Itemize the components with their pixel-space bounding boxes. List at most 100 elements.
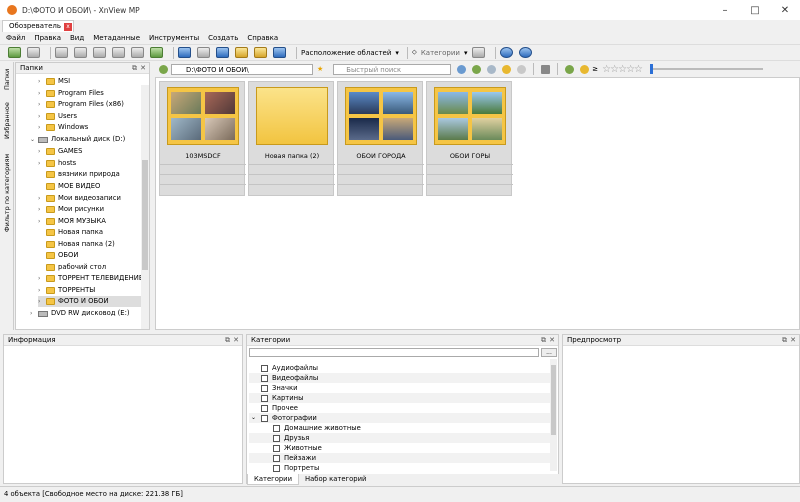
tree-item[interactable]: ОБОИ [38,250,78,261]
rating-filter-icon[interactable]: ≥ [592,65,598,73]
new-folder-icon[interactable] [502,64,512,74]
filter-icon[interactable] [471,47,485,58]
path-input[interactable]: D:\ФОТО И ОБОИ\ [171,63,313,75]
category-item[interactable]: Картины [249,393,551,403]
float-panel-icon[interactable]: ⧉ [541,335,546,345]
binoculars-icon[interactable] [178,47,191,58]
checkbox[interactable] [261,364,268,372]
thumbnail-item[interactable]: ОБОИ ГОРЫ [426,81,513,196]
float-panel-icon[interactable]: ⧉ [225,335,230,345]
settings-icon[interactable] [499,47,513,58]
tree-item[interactable]: › hosts [38,158,76,169]
category-item[interactable]: Прочее [249,403,551,413]
category-item[interactable]: Животные [249,443,551,453]
collapse-arrow-icon[interactable]: ⌄ [251,413,261,423]
categories-scrollbar[interactable] [550,359,557,471]
tree-item[interactable]: Новая папка (2) [38,239,115,250]
browser-icon[interactable] [8,47,21,58]
checkbox[interactable] [273,424,280,432]
categories-button[interactable]: Категории [421,49,460,57]
category-item[interactable]: Пейзажи [249,453,551,463]
expand-arrow-icon[interactable]: › [38,193,46,204]
tree-item[interactable]: ⌄ Локальный диск (D:) [30,134,125,145]
float-panel-icon[interactable]: ⧉ [782,335,787,345]
print-icon[interactable] [197,47,210,58]
expand-arrow-icon[interactable]: › [38,204,46,215]
expand-arrow-icon[interactable]: › [38,296,46,307]
fullscreen-icon[interactable] [27,47,40,58]
expand-arrow-icon[interactable]: › [38,88,46,99]
tree-item[interactable]: › Users [38,111,77,122]
category-item[interactable]: Значки [249,383,551,393]
nav-forward-icon[interactable] [472,64,482,74]
expand-arrow-icon[interactable]: › [38,99,46,110]
tab-browser[interactable]: Обозреватель x [2,20,74,32]
menu-file[interactable]: Файл [6,34,25,42]
tree-item[interactable]: › МОЯ МУЗЫКА [38,216,106,227]
rating-star-icon[interactable]: ☆ [634,64,643,75]
layout-menu-button[interactable]: Расположение областей [301,49,391,57]
screen-icon[interactable] [273,47,286,58]
menu-metadata[interactable]: Метаданные [93,34,140,42]
checkbox[interactable] [261,414,268,422]
tree-item[interactable]: рабочий стол [38,262,106,273]
expand-arrow-icon[interactable]: › [38,111,46,122]
category-item[interactable]: Друзья [249,433,551,443]
sort-icon[interactable] [565,64,575,74]
category-item[interactable]: Видеофайлы [249,373,551,383]
zoom-slider-track[interactable] [653,68,763,70]
folders-scrollbar[interactable] [141,85,149,329]
tab-close-icon[interactable]: x [63,23,72,31]
side-tab-folders[interactable]: Папки [1,64,13,94]
slideshow-icon[interactable] [216,47,229,58]
rotate-left-icon[interactable] [55,47,68,58]
menu-edit[interactable]: Правка [34,34,61,42]
move-icon[interactable] [131,47,144,58]
maximize-button[interactable]: □ [740,0,770,20]
view-mode-icon[interactable] [541,64,551,74]
category-item[interactable]: Аудиофайлы [249,363,551,373]
up-folder-icon[interactable] [487,64,497,74]
checkbox[interactable] [261,394,268,402]
tree-item[interactable]: › Program Files [38,88,104,99]
tree-item[interactable]: МОЕ ВИДЕО [38,181,100,192]
tree-item[interactable]: › MSI [38,76,70,87]
thumbnail-item[interactable]: 103MSDCF [159,81,246,196]
expand-arrow-icon[interactable]: › [38,273,46,284]
chevron-down-icon[interactable]: ▾ [395,49,399,57]
tree-item[interactable]: вязники природа [38,169,120,180]
rotate-right-icon[interactable] [74,47,87,58]
chevron-down-icon[interactable]: ▾ [464,49,468,57]
quick-search-input[interactable]: Быстрый поиск [333,63,452,75]
wallpaper-icon[interactable] [254,47,267,58]
menu-create[interactable]: Создать [208,34,238,42]
close-panel-icon[interactable]: ✕ [233,335,239,345]
back-icon[interactable] [159,64,168,74]
menu-tools[interactable]: Инструменты [149,34,199,42]
expand-arrow-icon[interactable]: › [38,76,46,87]
side-tab-favorites[interactable]: Избранное [1,98,13,144]
collapse-arrow-icon[interactable]: ⌄ [30,134,38,145]
tree-item[interactable]: › Windows [38,122,88,133]
expand-arrow-icon[interactable]: › [30,308,38,319]
side-tab-category-filter[interactable]: Фильтр по категориям [1,148,13,238]
close-panel-icon[interactable]: ✕ [549,335,555,345]
tree-item[interactable]: Новая папка [38,227,103,238]
expand-arrow-icon[interactable]: › [38,285,46,296]
tree-item[interactable]: › Program Files (x86) [38,99,124,110]
category-item[interactable]: Домашние животные [249,423,551,433]
tree-item-selected[interactable]: › ФОТО И ОБОИ [38,296,142,307]
checkbox[interactable] [273,464,280,472]
checkbox[interactable] [273,434,280,442]
thumbnail-item[interactable]: ОБОИ ГОРОДА [337,81,424,196]
expand-arrow-icon[interactable]: › [38,146,46,157]
tree-item[interactable]: › DVD RW дисковод (E:) [30,308,130,319]
close-panel-icon[interactable]: ✕ [790,335,796,345]
expand-arrow-icon[interactable]: › [38,216,46,227]
checkbox[interactable] [273,454,280,462]
checkbox[interactable] [273,444,280,452]
category-item[interactable]: ⌄ Фотографии [249,413,551,423]
tree-item[interactable]: › ТОРРЕНТ ТЕЛЕВИДЕНИЕ [38,273,143,284]
tree-item[interactable]: › Мои видеозаписи [38,193,121,204]
nav-back-icon[interactable] [457,64,467,74]
